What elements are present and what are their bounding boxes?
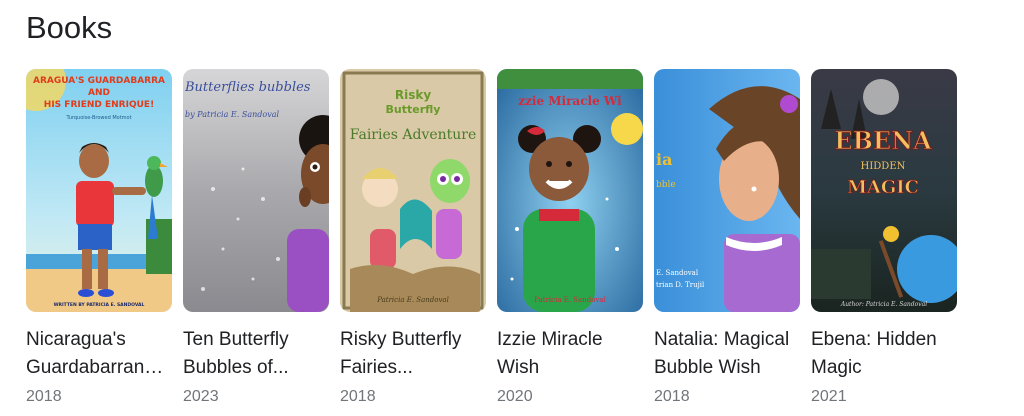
cover-title-line: bble (656, 180, 676, 190)
books-carousel: ARAGUA'S GUARDABARRA AND HIS FRIEND ENRI… (26, 69, 957, 408)
cover-title-line: AND (88, 88, 110, 98)
cover-author: by Patricia E. Sandoval (185, 110, 279, 119)
cover-author: E. Sandoval (656, 269, 699, 277)
book-cover[interactable]: ia bble E. Sandoval trian D. Trujil (654, 69, 800, 312)
cover-author: WRITTEN BY PATRICIA E. SANDOVAL (54, 302, 145, 308)
cover-title-line: ARAGUA'S GUARDABARRA (33, 76, 165, 86)
book-year: 2018 (26, 388, 62, 405)
book-title[interactable]: Risky Butterfly Fairies... (340, 326, 486, 382)
book-cover[interactable]: ARAGUA'S GUARDABARRA AND HIS FRIEND ENRI… (26, 69, 172, 312)
cover-title-line: HIDDEN (861, 161, 906, 172)
book-cover[interactable]: zzie Miracle Wi Patricia E. Sandoval (497, 69, 643, 312)
book-card-izzie-miracle-wish[interactable]: zzie Miracle Wi Patricia E. Sandoval Izz… (497, 69, 643, 408)
book-card-ten-butterfly-bubbles[interactable]: Butterflies bubbles by Patricia E. Sando… (183, 69, 329, 408)
book-card-nicaraguas-guardabarranco[interactable]: ARAGUA'S GUARDABARRA AND HIS FRIEND ENRI… (26, 69, 172, 408)
books-section: Books ARAGUA'S GUARDABARRA AND HIS FRIEN… (0, 0, 1024, 416)
cover-illustrator: trian D. Trujil (656, 281, 705, 289)
book-year: 2023 (183, 388, 219, 405)
book-cover[interactable]: Risky Butterfly Fairies Adventure Patric… (340, 69, 486, 312)
cover-title-line: zzie Miracle Wi (518, 94, 622, 108)
book-title[interactable]: Natalia: Magical Bubble Wish (654, 326, 800, 382)
book-title[interactable]: Ten Butterfly Bubbles of... (183, 326, 329, 382)
cover-title-line: Butterflies bubbles (184, 80, 311, 95)
book-cover[interactable]: Butterflies bubbles by Patricia E. Sando… (183, 69, 329, 312)
cover-title-line: HIS FRIEND ENRIQUE! (44, 100, 154, 110)
section-title: Books (26, 10, 113, 45)
cover-title-line: Risky (395, 88, 431, 102)
cover-title-line: Butterfly (386, 103, 441, 116)
book-cover[interactable]: EBENA HIDDEN MAGIC Author: Patricia E. S… (811, 69, 957, 312)
book-year: 2018 (340, 388, 376, 405)
cover-title-line: ia (656, 150, 672, 169)
book-card-risky-butterfly-fairies[interactable]: Risky Butterfly Fairies Adventure Patric… (340, 69, 486, 408)
book-year: 2018 (654, 388, 690, 405)
book-year: 2021 (811, 388, 847, 405)
cover-title-line: EBENA (834, 126, 932, 155)
book-card-natalia-magical-bubble-wish[interactable]: ia bble E. Sandoval trian D. Trujil Nata… (654, 69, 800, 408)
book-card-ebena-hidden-magic[interactable]: EBENA HIDDEN MAGIC Author: Patricia E. S… (811, 69, 957, 408)
cover-subtitle: Turquoise-Browed Motmot (65, 115, 131, 121)
cover-title-line: Fairies Adventure (350, 127, 477, 143)
book-title[interactable]: Ebena: Hidden Magic (811, 326, 957, 382)
book-title[interactable]: Nicaragua's Guardabarranco... (26, 326, 172, 382)
cover-author: Patricia E. Sandoval (534, 296, 606, 304)
book-year: 2020 (497, 388, 533, 405)
cover-author: Patricia E. Sandoval (376, 296, 449, 304)
cover-title-line: MAGIC (847, 177, 919, 198)
cover-author: Author: Patricia E. Sandoval (840, 301, 927, 308)
book-title[interactable]: Izzie Miracle Wish (497, 326, 643, 382)
